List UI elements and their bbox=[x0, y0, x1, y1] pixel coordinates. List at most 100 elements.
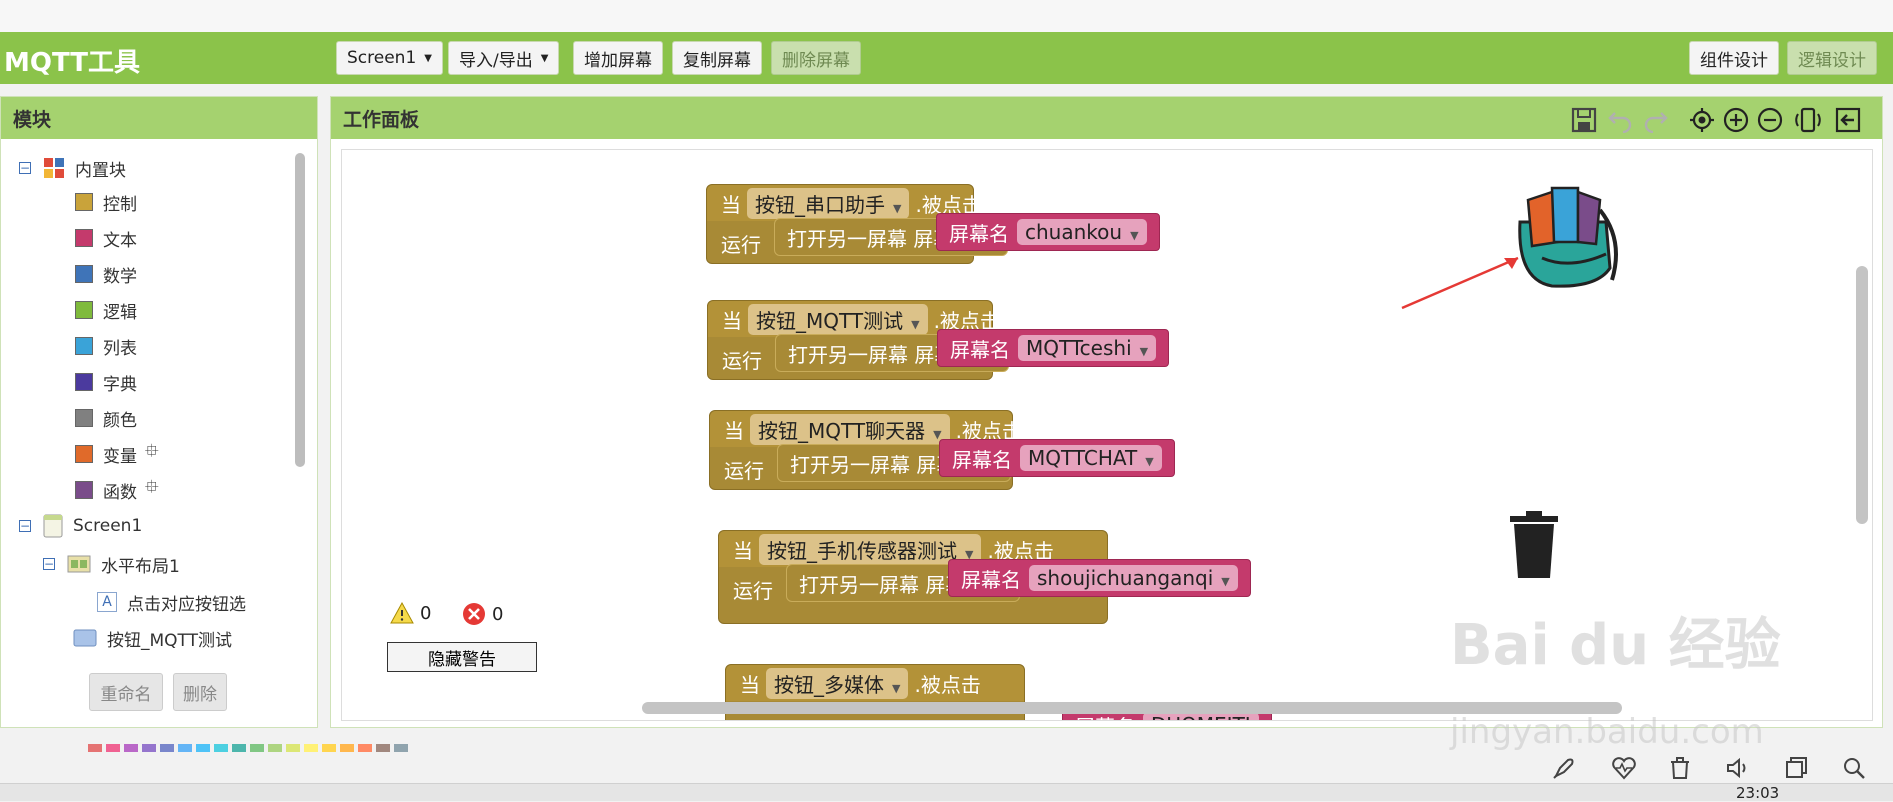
category-control[interactable]: 控制 bbox=[75, 187, 137, 217]
tree-button-item[interactable]: 按钮_MQTT测试 bbox=[73, 623, 232, 653]
collapse-panel-icon[interactable] bbox=[1833, 105, 1863, 135]
label-item-label: 点击对应按钮选 bbox=[127, 594, 246, 615]
warnings-count: 0 bbox=[420, 602, 432, 624]
fit-screen-icon[interactable] bbox=[1793, 105, 1823, 135]
do-label: 运行 bbox=[724, 459, 764, 483]
procedures-swatch-icon bbox=[75, 481, 93, 499]
gear-icon[interactable]: ⯐ bbox=[145, 475, 159, 505]
screen-name-block[interactable]: 屏幕名 MQTTCHAT ▼ bbox=[939, 439, 1175, 477]
category-text[interactable]: 文本 bbox=[75, 223, 137, 253]
category-label: 文本 bbox=[103, 230, 137, 251]
variables-swatch-icon bbox=[75, 445, 93, 463]
chevron-down-icon: ▼ bbox=[892, 681, 901, 695]
zoom-in-icon[interactable] bbox=[1721, 105, 1751, 135]
horizontal-layout-icon bbox=[67, 555, 91, 573]
hide-warnings-button[interactable]: 隐藏警告 bbox=[387, 642, 537, 672]
tree-builtin[interactable]: − 内置块 bbox=[19, 153, 126, 183]
component-dropdown[interactable]: 按钮_MQTT测试 ▼ bbox=[748, 303, 928, 335]
category-label: 控制 bbox=[103, 194, 137, 215]
builtin-blocks-icon bbox=[44, 158, 64, 178]
text-swatch-icon bbox=[75, 229, 93, 247]
category-label: 数学 bbox=[103, 266, 137, 287]
component-name: 按钮_多媒体 bbox=[774, 672, 884, 697]
color-palette bbox=[88, 744, 408, 752]
control-swatch-icon bbox=[75, 193, 93, 211]
delete-component-button[interactable]: 删除 bbox=[173, 673, 227, 711]
screen-name-block[interactable]: 屏幕名 MQTTceshi ▼ bbox=[937, 329, 1170, 367]
gear-icon[interactable]: ⯐ bbox=[145, 439, 159, 469]
redo-icon[interactable] bbox=[1641, 105, 1671, 135]
category-colors[interactable]: 颜色 bbox=[75, 403, 137, 433]
screen-value-dropdown[interactable]: shoujichuanganqi ▼ bbox=[1029, 565, 1238, 591]
chevron-down-icon: ▼ bbox=[540, 52, 549, 64]
button-item-label: 按钮_MQTT测试 bbox=[107, 630, 233, 651]
errors-count: 0 bbox=[492, 603, 504, 625]
screen-name-block[interactable]: 屏幕名 shoujichuanganqi ▼ bbox=[948, 559, 1251, 597]
workspace-vertical-scrollbar[interactable] bbox=[1856, 266, 1868, 524]
screen-value: DUOMEITI bbox=[1151, 713, 1251, 720]
undo-icon[interactable] bbox=[1605, 105, 1635, 135]
collapse-icon[interactable]: − bbox=[19, 520, 31, 532]
screen-name-label: 屏幕名 bbox=[961, 567, 1021, 592]
category-label: 逻辑 bbox=[103, 302, 137, 323]
app-toolbar: MQTT工具 Screen1 ▼ 导入/导出 ▼ 增加屏幕 复制屏幕 删除屏幕 组件… bbox=[0, 32, 1893, 84]
designer-button[interactable]: 组件设计 bbox=[1689, 41, 1779, 75]
category-label: 颜色 bbox=[103, 410, 137, 431]
rename-button[interactable]: 重命名 bbox=[89, 673, 163, 711]
browser-top-strip bbox=[0, 0, 1893, 33]
collapse-icon[interactable]: − bbox=[19, 162, 31, 174]
backpack-icon[interactable] bbox=[1392, 170, 1632, 320]
warning-icon bbox=[390, 602, 414, 624]
horizontal-layout-label: 水平布局1 bbox=[101, 556, 180, 577]
blocks-panel-scrollbar[interactable] bbox=[295, 153, 305, 467]
component-dropdown[interactable]: 按钮_多媒体 ▼ bbox=[766, 667, 909, 699]
blocks-panel-title: 模块 bbox=[1, 97, 317, 139]
screen-value-dropdown[interactable]: chuankou ▼ bbox=[1017, 219, 1147, 245]
tree-screen1[interactable]: − Screen1 bbox=[19, 511, 142, 541]
screen-name-block[interactable]: 屏幕名 chuankou ▼ bbox=[936, 213, 1160, 251]
save-icon[interactable] bbox=[1569, 105, 1599, 135]
component-dropdown[interactable]: 按钮_MQTT聊天器 ▼ bbox=[750, 413, 950, 445]
system-clock: 23:03 bbox=[1736, 784, 1780, 802]
screen-value: chuankou bbox=[1025, 220, 1123, 244]
category-dictionary[interactable]: 字典 bbox=[75, 367, 137, 397]
category-logic[interactable]: 逻辑 bbox=[75, 295, 137, 325]
screen-value: shoujichuanganqi bbox=[1037, 566, 1214, 590]
warnings-indicator[interactable]: 0 bbox=[390, 602, 431, 624]
screen-name-label: 屏幕名 bbox=[952, 447, 1012, 472]
screen-select[interactable]: Screen1 ▼ bbox=[336, 41, 443, 75]
lists-swatch-icon bbox=[75, 337, 93, 355]
screen-name-label: 屏幕名 bbox=[949, 221, 1009, 246]
import-export-label: 导入/导出 bbox=[459, 50, 533, 71]
trash-icon[interactable] bbox=[1506, 510, 1562, 580]
copy-screen-button[interactable]: 复制屏幕 bbox=[672, 41, 762, 75]
watermark-url: jingyan.baidu.com bbox=[1450, 712, 1764, 752]
import-export-button[interactable]: 导入/导出 ▼ bbox=[448, 41, 560, 75]
category-label: 函数 bbox=[103, 482, 137, 503]
screen-icon bbox=[43, 514, 63, 538]
collapse-icon[interactable]: − bbox=[43, 558, 55, 570]
errors-indicator[interactable]: 0 bbox=[462, 602, 503, 626]
event-block-header: 当 按钮_串口助手 ▼ .被点击 bbox=[707, 185, 982, 221]
add-screen-button[interactable]: 增加屏幕 bbox=[573, 41, 663, 75]
zoom-out-icon[interactable] bbox=[1755, 105, 1785, 135]
delete-screen-button[interactable]: 删除屏幕 bbox=[771, 41, 861, 75]
component-dropdown[interactable]: 按钮_串口助手 ▼ bbox=[747, 187, 910, 219]
search-icon[interactable] bbox=[1840, 754, 1868, 782]
category-variables[interactable]: 变量 ⯐ bbox=[75, 439, 159, 469]
screen-value-dropdown[interactable]: MQTTceshi ▼ bbox=[1018, 335, 1157, 361]
component-name: 按钮_串口助手 bbox=[755, 192, 885, 217]
tree-label-item[interactable]: A 点击对应按钮选 bbox=[97, 587, 246, 617]
screen-value-dropdown[interactable]: MQTTCHAT ▼ bbox=[1020, 445, 1162, 471]
recenter-icon[interactable] bbox=[1687, 105, 1717, 135]
chevron-down-icon: ▼ bbox=[911, 317, 920, 331]
category-lists[interactable]: 列表 bbox=[75, 331, 137, 361]
do-label: 运行 bbox=[733, 579, 773, 603]
tree-horizontal-layout[interactable]: − 水平布局1 bbox=[43, 549, 180, 579]
chevron-down-icon: ▼ bbox=[1221, 575, 1230, 588]
watermark: Bai du 经验 jingyan.baidu.com bbox=[1450, 600, 1790, 770]
blocks-editor-button[interactable]: 逻辑设计 bbox=[1787, 41, 1877, 75]
screen-value: MQTTCHAT bbox=[1028, 446, 1138, 470]
category-math[interactable]: 数学 bbox=[75, 259, 137, 289]
category-procedures[interactable]: 函数 ⯐ bbox=[75, 475, 159, 505]
